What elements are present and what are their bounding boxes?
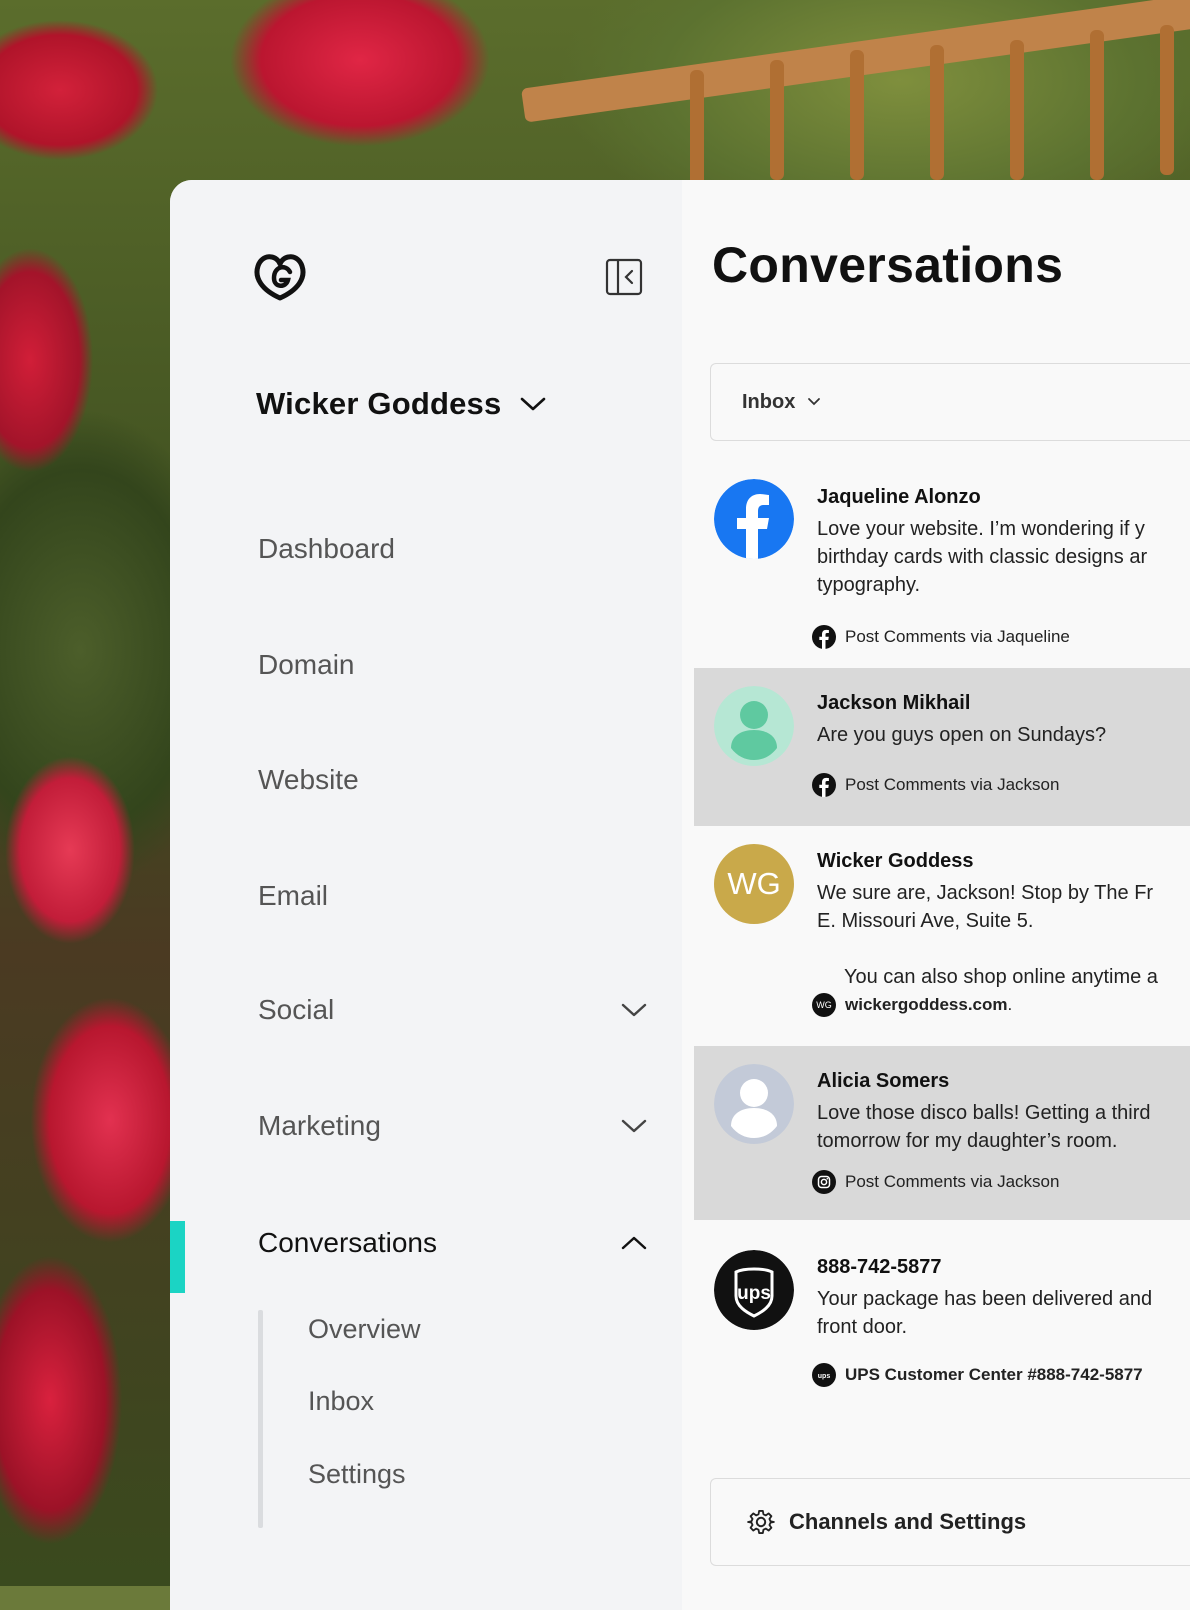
source-label: Post Comments via Jackson bbox=[845, 1172, 1060, 1191]
message-preview-line: Love your website. I’m wondering if y bbox=[817, 518, 1145, 540]
conversation-item[interactable]: WG Wicker Goddess We sure are, Jackson! … bbox=[694, 826, 1190, 1046]
conversations-panel: Conversations Inbox Jaqueline Alonzo Lov… bbox=[682, 180, 1190, 1610]
nav-item-label: Marketing bbox=[258, 1110, 381, 1141]
conversation-item[interactable]: Jackson Mikhail Are you guys open on Sun… bbox=[694, 668, 1190, 826]
nav-item-label: Conversations bbox=[258, 1227, 437, 1258]
chevron-up-icon bbox=[621, 1236, 647, 1250]
conversation-item[interactable]: Alicia Somers Love those disco balls! Ge… bbox=[694, 1046, 1190, 1220]
svg-text:ups: ups bbox=[737, 1283, 771, 1304]
wicker-spindle bbox=[1090, 30, 1104, 180]
source-label: Post Comments via Jaqueline bbox=[845, 627, 1070, 646]
nav-item-dashboard[interactable]: Dashboard bbox=[258, 533, 648, 565]
website-link[interactable]: wickergoddess.com bbox=[845, 995, 1008, 1015]
nav-item-website[interactable]: Website bbox=[258, 764, 648, 796]
godaddy-logo-icon[interactable] bbox=[252, 250, 308, 302]
nav-item-marketing[interactable]: Marketing bbox=[258, 1110, 648, 1142]
conversation-source: WG wickergoddess.com. bbox=[812, 993, 1012, 1017]
nav-item-conversations[interactable]: Conversations bbox=[258, 1227, 648, 1259]
nav-item-label: Dashboard bbox=[258, 533, 395, 564]
nav-item-domain[interactable]: Domain bbox=[258, 649, 648, 681]
conversation-item[interactable]: Jaqueline Alonzo Love your website. I’m … bbox=[694, 442, 1190, 668]
business-name: Wicker Goddess bbox=[256, 386, 502, 421]
chevron-down-icon bbox=[621, 1119, 647, 1133]
nav-item-label: Social bbox=[258, 994, 335, 1025]
avatar-initials: WG bbox=[727, 866, 781, 901]
sender-name: Jackson Mikhail bbox=[817, 692, 971, 714]
nav-item-email[interactable]: Email bbox=[258, 880, 648, 912]
conversation-source: ups UPS Customer Center #888-742-5877 bbox=[812, 1363, 1143, 1387]
chevron-down-icon bbox=[621, 1003, 647, 1017]
nav-item-social[interactable]: Social bbox=[258, 994, 648, 1026]
conversation-item[interactable]: ups 888-742-5877 Your package has been d… bbox=[694, 1220, 1190, 1440]
conversation-source: Post Comments via Jaqueline bbox=[812, 625, 1070, 649]
wicker-spindle bbox=[770, 60, 784, 180]
sub-item-overview[interactable]: Overview bbox=[308, 1314, 421, 1345]
wicker-spindle bbox=[690, 70, 704, 190]
message-preview-line: You can also shop online anytime a bbox=[844, 966, 1158, 988]
sidebar: Wicker Goddess Dashboard Domain Website … bbox=[170, 180, 682, 1610]
inbox-filter-dropdown[interactable]: Inbox bbox=[710, 363, 1190, 441]
conversation-source: Post Comments via Jackson bbox=[812, 1170, 1059, 1194]
nav-item-label: Domain bbox=[258, 649, 355, 680]
collapse-sidebar-icon[interactable] bbox=[605, 258, 643, 296]
wg-badge-icon: WG bbox=[812, 993, 836, 1017]
wicker-spindle bbox=[1010, 40, 1024, 180]
source-label: Post Comments via Jackson bbox=[845, 775, 1060, 794]
nav-item-label: Email bbox=[258, 880, 329, 911]
sender-name: Jaqueline Alonzo bbox=[817, 486, 981, 508]
channels-and-settings-button[interactable]: Channels and Settings bbox=[710, 1478, 1190, 1566]
message-preview-line: typography. bbox=[817, 574, 921, 596]
ups-logo-icon: ups bbox=[714, 1250, 794, 1330]
instagram-icon bbox=[812, 1170, 836, 1194]
sender-name: Alicia Somers bbox=[817, 1070, 950, 1092]
page-title: Conversations bbox=[712, 237, 1064, 293]
message-preview-line: front door. bbox=[817, 1316, 908, 1338]
chevron-down-icon bbox=[808, 398, 821, 406]
app-window: Wicker Goddess Dashboard Domain Website … bbox=[170, 180, 1190, 1610]
conversation-source: Post Comments via Jackson bbox=[812, 773, 1059, 797]
wicker-spindle bbox=[850, 50, 864, 180]
link-suffix: . bbox=[1007, 995, 1013, 1014]
message-preview-line: tomorrow for my daughter’s room. bbox=[817, 1130, 1118, 1152]
wicker-spindle bbox=[930, 45, 944, 180]
source-label: UPS Customer Center #888-742-5877 bbox=[845, 1365, 1143, 1384]
facebook-icon bbox=[714, 479, 794, 559]
message-preview-line: birthday cards with classic designs ar bbox=[817, 546, 1148, 568]
sender-name: Wicker Goddess bbox=[817, 850, 974, 872]
active-nav-indicator bbox=[170, 1221, 185, 1293]
person-avatar-gray bbox=[714, 1064, 794, 1144]
sub-item-inbox[interactable]: Inbox bbox=[308, 1386, 374, 1417]
message-preview-line: Love those disco balls! Getting a third bbox=[817, 1102, 1151, 1124]
message-preview-line: Are you guys open on Sundays? bbox=[817, 724, 1107, 746]
nav-item-label: Website bbox=[258, 764, 359, 795]
chevron-down-icon bbox=[521, 397, 546, 411]
gear-icon bbox=[747, 1510, 775, 1534]
message-preview-line: E. Missouri Ave, Suite 5. bbox=[817, 910, 1034, 932]
filter-selected-value: Inbox bbox=[742, 390, 796, 413]
facebook-icon bbox=[812, 773, 836, 797]
submenu-guide-line bbox=[258, 1310, 263, 1528]
facebook-icon bbox=[812, 625, 836, 649]
wicker-spindle bbox=[1160, 25, 1174, 175]
business-switcher[interactable]: Wicker Goddess bbox=[256, 386, 547, 422]
wg-avatar: WG bbox=[714, 844, 794, 924]
channels-and-settings-label: Channels and Settings bbox=[789, 1509, 1027, 1534]
sub-item-settings[interactable]: Settings bbox=[308, 1459, 406, 1490]
message-preview-line: Your package has been delivered and bbox=[817, 1288, 1153, 1310]
svg-text:ups: ups bbox=[818, 1373, 831, 1380]
sender-name: 888-742-5877 bbox=[817, 1256, 942, 1278]
message-preview-line: We sure are, Jackson! Stop by The Fr bbox=[817, 882, 1154, 904]
person-avatar-green bbox=[714, 686, 794, 766]
ups-icon: ups bbox=[812, 1363, 836, 1387]
